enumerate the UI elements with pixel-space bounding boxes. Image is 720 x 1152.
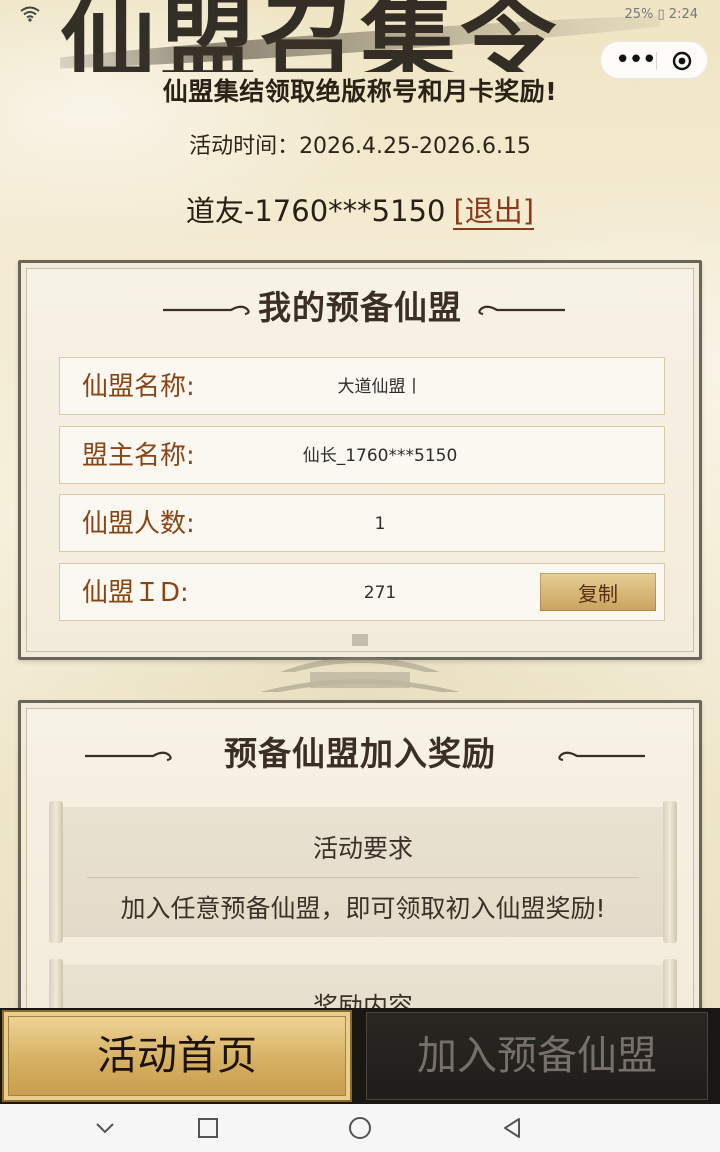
- requirement-title: 活动要求: [312, 834, 413, 863]
- requirement-scroll: 活动要求 加入任意预备仙盟，即可领取初入仙盟奖励!: [49, 801, 677, 943]
- target-icon[interactable]: [672, 51, 692, 71]
- alliance-id-row: 仙盟ＩD: 271 复制: [59, 563, 665, 621]
- member-count-label: 仙盟人数:: [82, 509, 195, 539]
- status-right: 25% ▯ 2:24: [624, 7, 698, 22]
- circle-icon[interactable]: [348, 1116, 372, 1140]
- wifi-icon: [20, 6, 40, 22]
- triangle-back-icon[interactable]: [500, 1116, 524, 1140]
- alliance-id-label: 仙盟ＩD:: [82, 578, 189, 608]
- reward-panel: 预备仙盟加入奖励 活动要求 加入任意预备仙盟，即可领取初入仙盟奖励! 奖励内容: [18, 700, 702, 1101]
- leader-name-row: 盟主名称: 仙长_1760***5150: [59, 426, 665, 484]
- copy-button[interactable]: 复制: [540, 573, 656, 611]
- alliance-name-row: 仙盟名称: 大道仙盟丨: [59, 357, 665, 415]
- panel-header: 我的预备仙盟: [21, 281, 699, 331]
- my-alliance-panel: 我的预备仙盟 仙盟名称: 大道仙盟丨 盟主名称: 仙长_1760***5150 …: [18, 260, 702, 660]
- status-bar: 25% ▯ 2:24: [0, 0, 720, 30]
- system-nav-bar: [0, 1104, 720, 1152]
- user-greeting: 道友-1760***5150: [185, 194, 446, 228]
- right-swirl-icon: [478, 305, 565, 316]
- requirement-text: 加入任意预备仙盟，即可领取初入仙盟奖励!: [120, 894, 606, 923]
- leader-name-value: 仙长_1760***5150: [302, 446, 458, 466]
- alliance-name-label: 仙盟名称:: [82, 372, 195, 402]
- user-line: 道友-1760***5150 [退出]: [0, 188, 720, 230]
- join-alliance-button[interactable]: 加入预备仙盟: [366, 1012, 708, 1100]
- my-alliance-title: 我的预备仙盟: [258, 288, 462, 327]
- member-count-row: 仙盟人数: 1: [59, 494, 665, 552]
- leader-name-label: 盟主名称:: [82, 441, 195, 471]
- member-count-value: 1: [374, 514, 386, 534]
- alliance-name-value: 大道仙盟丨: [337, 377, 423, 397]
- chevron-down-icon[interactable]: [93, 1116, 117, 1140]
- requirement-divider: [87, 877, 639, 878]
- bottom-action-bar: 活动首页 加入预备仙盟: [0, 1008, 720, 1104]
- reward-panel-header: 预备仙盟加入奖励: [21, 727, 699, 777]
- activity-time: 活动时间：2026.4.25-2026.6.15: [189, 134, 531, 159]
- square-icon[interactable]: [196, 1116, 220, 1140]
- banner-subtitle: 仙盟集结领取绝版称号和月卡奖励!: [162, 77, 558, 106]
- activity-home-button[interactable]: 活动首页: [2, 1010, 352, 1102]
- right-swirl-icon: [558, 751, 645, 762]
- capsule-divider: [656, 52, 657, 70]
- pagoda-decoration: [260, 634, 460, 692]
- alliance-id-value: 271: [363, 583, 397, 603]
- logout-link[interactable]: [退出]: [453, 194, 535, 230]
